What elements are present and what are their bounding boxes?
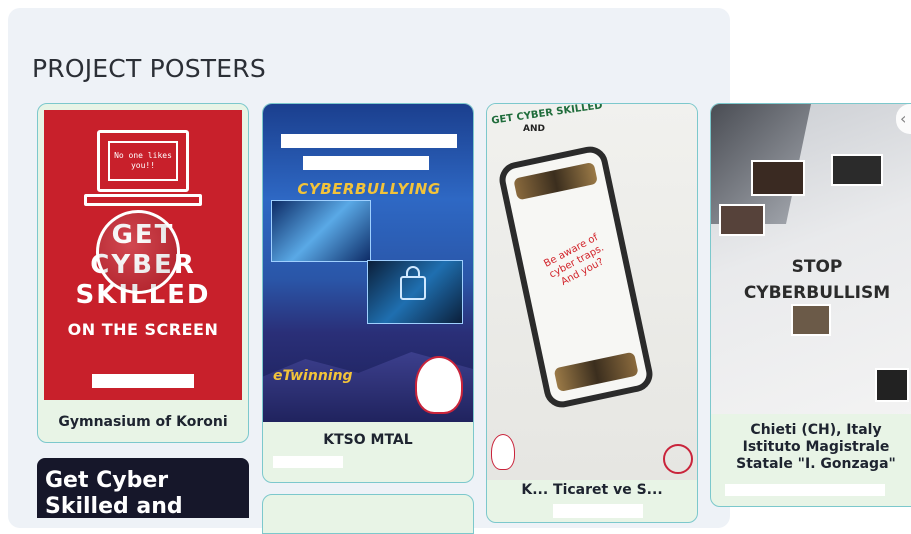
redacted-block bbox=[725, 484, 885, 496]
redacted-block bbox=[553, 504, 643, 518]
poster-image-4: STOP CYBERBULLISM bbox=[711, 104, 911, 414]
etwinning-logo: eTwinning bbox=[273, 368, 353, 384]
laptop-base bbox=[84, 194, 202, 206]
poster-4-photo bbox=[791, 304, 831, 336]
section-title: PROJECT POSTERS bbox=[32, 54, 266, 83]
poster-2-photo-hand bbox=[271, 200, 371, 262]
poster-3-and-text: AND bbox=[523, 124, 545, 134]
poster-4-qr-photo bbox=[875, 368, 909, 402]
poster-4-photo bbox=[719, 204, 765, 236]
poster-3-top-text: GET CYBER SKILLED bbox=[490, 103, 604, 127]
poster-2-title: CYBERBULLYING bbox=[297, 180, 441, 198]
laptop-screen-text: No one likes you!! bbox=[108, 141, 178, 181]
poster-image-2: CYBERBULLYING eTwinning bbox=[263, 104, 473, 422]
redacted-block bbox=[281, 134, 457, 148]
lock-icon bbox=[400, 266, 426, 300]
school-badge-icon bbox=[415, 356, 463, 414]
laptop-icon: No one likes you!! bbox=[97, 130, 189, 192]
poster-card-1[interactable]: No one likes you!! GET CYBER SKILLED ON … bbox=[37, 103, 249, 443]
poster-card-3[interactable]: GET CYBER SKILLED AND Be aware of cyber … bbox=[486, 103, 698, 523]
school-badge-icon bbox=[491, 434, 515, 470]
poster-card-2[interactable]: CYBERBULLYING eTwinning KTSO MTAL bbox=[262, 103, 474, 483]
poster-caption-4: Chieti (CH), Italy Istituto Magistrale S… bbox=[736, 422, 896, 472]
poster-4-stop-line-1: STOP bbox=[791, 257, 843, 277]
poster-5-title: Get Cyber Skilled and Prevent bbox=[45, 468, 183, 518]
poster-1-subtitle: ON THE SCREEN bbox=[67, 320, 219, 339]
seal-icon bbox=[663, 444, 693, 474]
poster-card-4[interactable]: STOP CYBERBULLISM Chieti (CH), Italy Ist… bbox=[710, 103, 911, 507]
redacted-block bbox=[92, 374, 194, 388]
poster-image-3: GET CYBER SKILLED AND Be aware of cyber … bbox=[487, 103, 697, 480]
poster-4-photo bbox=[751, 160, 805, 196]
poster-image-1: No one likes you!! GET CYBER SKILLED ON … bbox=[44, 110, 242, 400]
poster-4-stop-line-2: CYBERBULLISM bbox=[743, 283, 891, 303]
poster-caption-3: K... Ticaret ve S... bbox=[521, 482, 663, 498]
poster-card-5[interactable]: Get Cyber Skilled and Prevent bbox=[37, 458, 249, 518]
poster-card-6[interactable] bbox=[262, 494, 474, 534]
magnifier-icon bbox=[96, 210, 180, 294]
phone-top-bar bbox=[513, 161, 599, 201]
poster-caption-2: KTSO MTAL bbox=[323, 432, 413, 448]
poster-4-photo bbox=[831, 154, 883, 186]
poster-4-headline: STOP CYBERBULLISM bbox=[711, 254, 911, 306]
redacted-block bbox=[303, 156, 429, 170]
redacted-block bbox=[273, 456, 343, 468]
phone-bottom-bar bbox=[553, 351, 639, 393]
poster-caption-1: Gymnasium of Koroni bbox=[58, 414, 228, 430]
